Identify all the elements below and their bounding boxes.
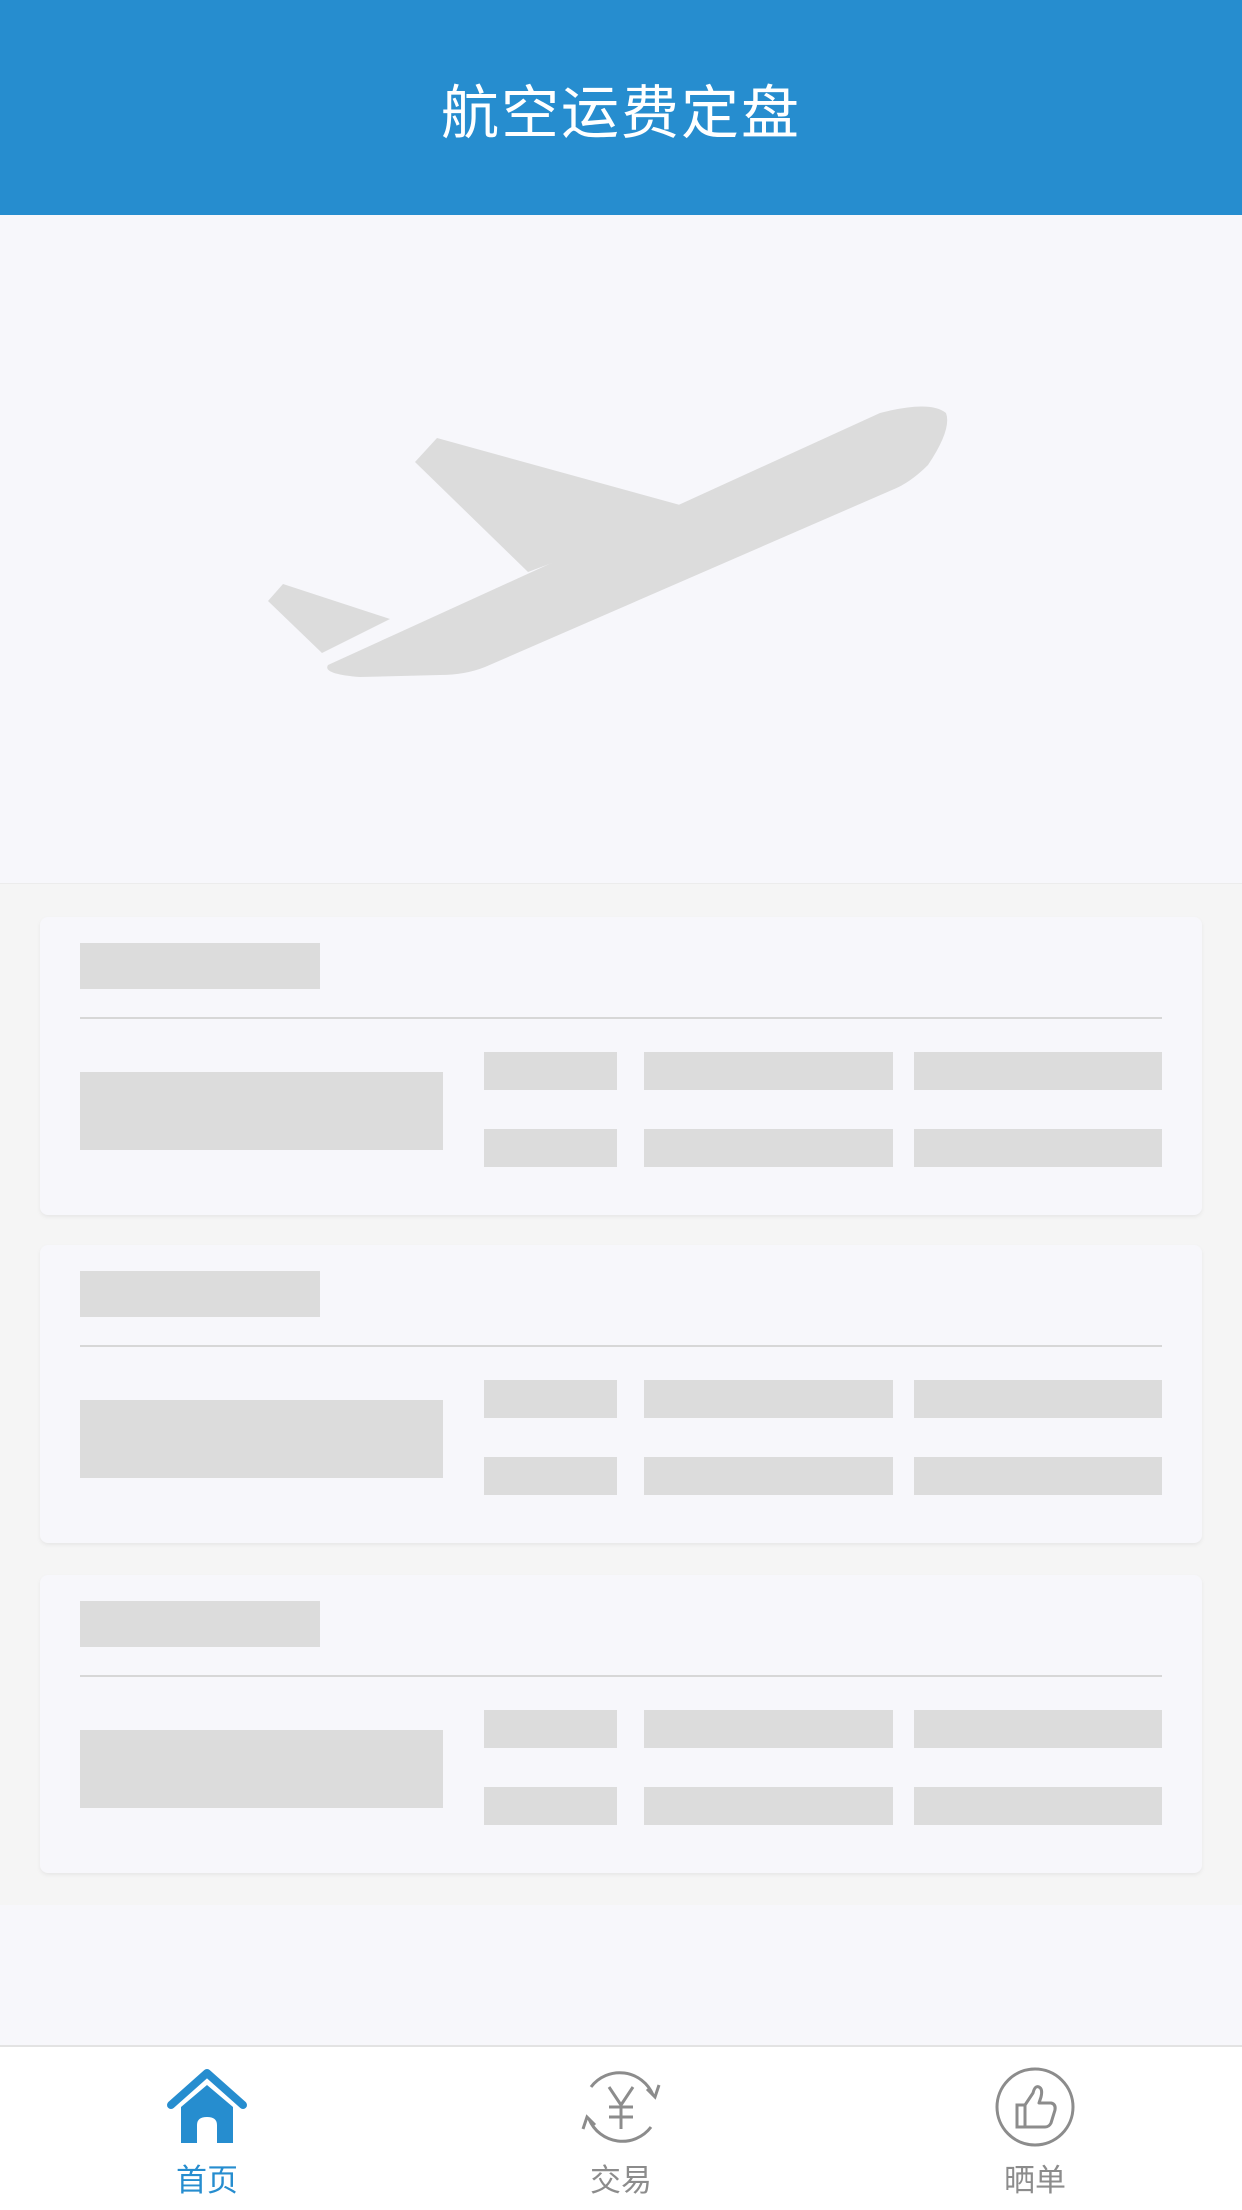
skeleton-cell bbox=[484, 1052, 617, 1090]
skeleton-cell bbox=[914, 1710, 1162, 1748]
tab-home[interactable]: 首页 bbox=[0, 2047, 414, 2210]
skeleton-cell bbox=[484, 1787, 617, 1825]
list-card[interactable] bbox=[40, 917, 1202, 1215]
tab-trade[interactable]: 交易 bbox=[414, 2047, 828, 2210]
card-divider bbox=[80, 1017, 1162, 1019]
skeleton-cell bbox=[484, 1380, 617, 1418]
skeleton-main-block bbox=[80, 1730, 443, 1808]
skeleton-cell bbox=[644, 1052, 893, 1090]
content-bottom-area bbox=[0, 1905, 1242, 2045]
app-header: 航空运费定盘 bbox=[0, 0, 1242, 215]
skeleton-cell bbox=[644, 1129, 893, 1167]
skeleton-cell bbox=[914, 1052, 1162, 1090]
skeleton-cell bbox=[644, 1380, 893, 1418]
airplane-takeoff-icon bbox=[268, 406, 948, 677]
list-card[interactable] bbox=[40, 1575, 1202, 1873]
skeleton-cell bbox=[644, 1457, 893, 1495]
skeleton-title bbox=[80, 1271, 320, 1317]
yuan-exchange-icon bbox=[581, 2071, 661, 2143]
skeleton-title bbox=[80, 943, 320, 989]
tab-share[interactable]: 晒单 bbox=[828, 2047, 1242, 2210]
skeleton-main-block bbox=[80, 1072, 443, 1150]
skeleton-cell bbox=[914, 1129, 1162, 1167]
skeleton-cell bbox=[644, 1787, 893, 1825]
skeleton-cell bbox=[914, 1787, 1162, 1825]
skeleton-cell bbox=[484, 1457, 617, 1495]
page-title: 航空运费定盘 bbox=[440, 78, 801, 147]
skeleton-cell bbox=[914, 1380, 1162, 1418]
tab-label: 交易 bbox=[590, 2163, 652, 2199]
list-card[interactable] bbox=[40, 1245, 1202, 1543]
thumbs-up-icon bbox=[995, 2067, 1075, 2147]
skeleton-cell bbox=[484, 1710, 617, 1748]
card-divider bbox=[80, 1345, 1162, 1347]
tab-label: 首页 bbox=[176, 2163, 238, 2199]
tab-label: 晒单 bbox=[1004, 2163, 1066, 2199]
banner-placeholder bbox=[0, 215, 1242, 884]
card-divider bbox=[80, 1675, 1162, 1677]
bottom-tab-bar: 首页 交易 晒单 bbox=[0, 2045, 1242, 2210]
skeleton-main-block bbox=[80, 1400, 443, 1478]
skeleton-cell bbox=[484, 1129, 617, 1167]
skeleton-title bbox=[80, 1601, 320, 1647]
skeleton-cell bbox=[644, 1710, 893, 1748]
skeleton-cell bbox=[914, 1457, 1162, 1495]
home-icon bbox=[167, 2069, 247, 2143]
